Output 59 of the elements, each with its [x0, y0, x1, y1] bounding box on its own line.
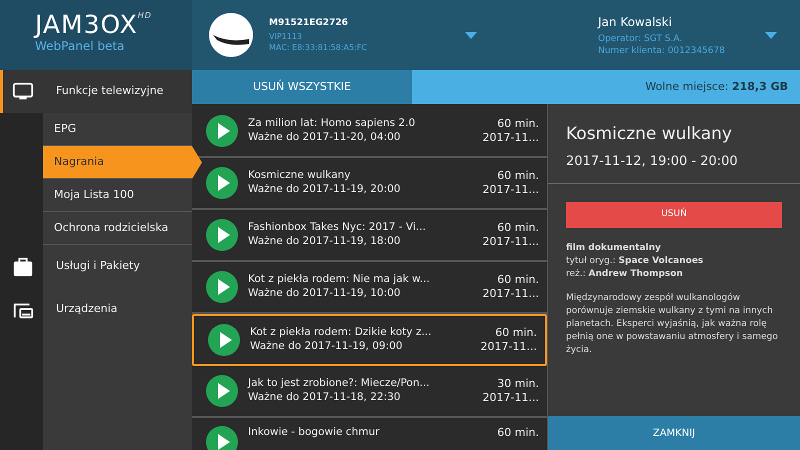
- recording-title: Kosmiczne wulkany: [248, 169, 352, 183]
- play-icon[interactable]: [206, 219, 238, 251]
- duration-text: 60 min.: [496, 168, 539, 183]
- duration-text: 60 min.: [496, 220, 539, 235]
- valid-until-text: Ważne do 2017-11-18, 22:30: [248, 391, 402, 405]
- sidebar-item[interactable]: Usługi i Pakiety: [0, 245, 192, 288]
- device-name: M91521EG2726: [269, 17, 349, 30]
- delete-all-button[interactable]: USUŃ WSZYSTKIE: [192, 70, 412, 104]
- operator-text: Operator: SGT S.A.: [598, 34, 684, 46]
- valid-until-text: Ważne do 2017-11-19, 20:00: [248, 183, 402, 197]
- detail-title: Kosmiczne wulkany: [566, 123, 733, 146]
- original-title-text: tytuł oryg.: Space Volcanoes: [566, 255, 704, 268]
- play-icon[interactable]: [208, 324, 240, 356]
- valid-until-text: Ważne do 2017-11-19, 10:00: [248, 287, 402, 301]
- description-text: Międzynarodowy zespół wulkanologów porównuje ziemskie wulkany z tymi na innych planetach. Eksperci wyjaśnią, jak ważna rolę pełnią one w powstawaniu atmosfery i samego życia.: [566, 292, 779, 358]
- dropdown-caret-icon[interactable]: [764, 32, 777, 38]
- genre-text: film dokumentalny: [566, 242, 662, 255]
- recording-title: Jak to jest zrobione?: Miecze/Pon...: [248, 377, 430, 391]
- recording-title: Fashionbox Takes Nyc: 2017 - Vi...: [248, 221, 427, 235]
- play-icon[interactable]: [206, 271, 238, 303]
- recording-title: Za milion lat: Homo sapiens 2.0: [248, 117, 416, 131]
- play-icon[interactable]: [206, 375, 238, 407]
- detail-time: 2017-11-12, 19:00 - 20:00: [566, 152, 739, 170]
- date-text: 2017-11...: [482, 131, 539, 146]
- play-icon[interactable]: [206, 167, 238, 199]
- sidebar-item[interactable]: Urządzenia: [0, 288, 192, 331]
- date-text: 2017-11...: [482, 235, 539, 250]
- date-text: 2017-11...: [482, 183, 539, 198]
- tv-icon: [12, 80, 34, 102]
- user-name: Jan Kowalski: [598, 14, 673, 31]
- date-text: 2017-11...: [480, 340, 537, 354]
- free-space-text: Wolne miejsce: 218,3 GB: [645, 78, 788, 95]
- valid-until-text: Ważne do 2017-11-20, 04:00: [248, 131, 402, 145]
- delete-button[interactable]: USUŃ: [566, 202, 782, 228]
- device-model: VIP1113: [269, 30, 304, 42]
- dropdown-caret-icon[interactable]: [465, 32, 477, 38]
- recording-title: Inkowie - bogowie chmur: [248, 426, 380, 440]
- submenu-item[interactable]: Nagrania: [43, 146, 202, 179]
- sidebar-item[interactable]: Funkcje telewizyjne: [0, 70, 192, 113]
- valid-until-text: Ważne do 2017-11-19, 09:00: [250, 340, 404, 354]
- date-text: 2017-11...: [482, 287, 539, 302]
- logo-subtitle: WebPanel beta: [35, 38, 126, 55]
- duration-text: 30 min.: [496, 376, 539, 391]
- valid-until-text: Ważne do 2017-11-19, 18:00: [248, 235, 402, 249]
- duration-text: 60 min.: [496, 116, 539, 131]
- duration-text: 60 min.: [496, 272, 539, 287]
- close-button[interactable]: ZAMKNIJ: [548, 416, 800, 450]
- client-number: Numer klienta: 0012345678: [598, 46, 725, 58]
- duration-text: 60 min.: [497, 426, 539, 440]
- date-text: 2017-11...: [482, 391, 539, 406]
- director-text: reż.: Andrew Thompson: [566, 268, 684, 282]
- duration-text: 60 min.: [494, 326, 537, 340]
- play-icon[interactable]: [206, 426, 238, 450]
- device-mac: MAC: E8:33:81:58:A5:FC: [269, 42, 368, 53]
- recording-title: Kot z piekła rodem: Nie ma jak w...: [248, 273, 431, 287]
- device-image: [209, 13, 253, 57]
- recording-title: Kot z piekła rodem: Dzikie koty z...: [250, 326, 432, 340]
- recording-row[interactable]: Kot z piekła rodem: Dzikie koty z... Ważne do 2017-11-19, 09:00 60 min. 2017-11...: [192, 314, 547, 366]
- play-icon[interactable]: [206, 115, 238, 147]
